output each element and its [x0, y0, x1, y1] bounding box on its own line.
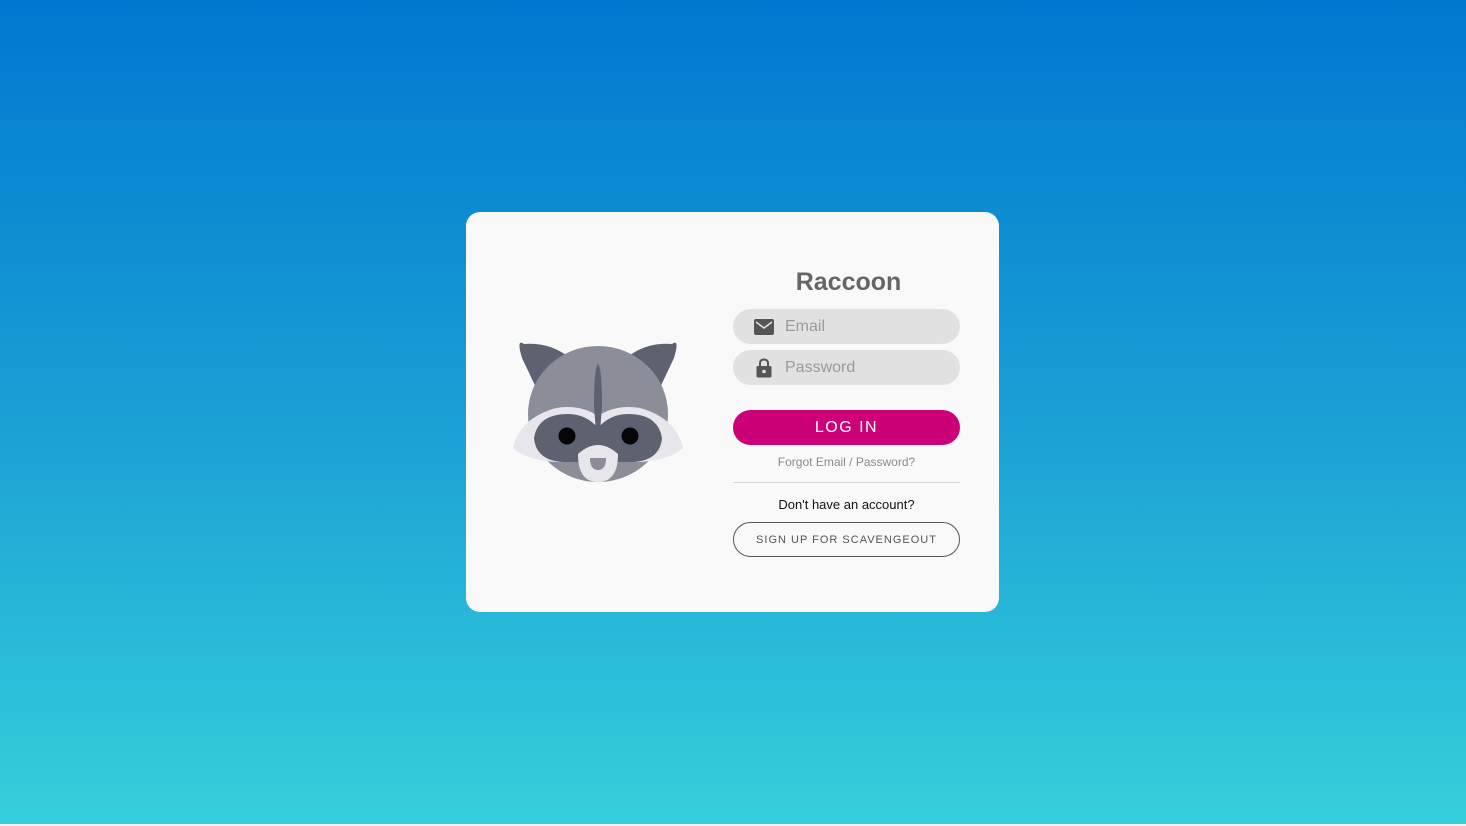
password-field[interactable]: [733, 350, 960, 385]
login-button[interactable]: LOG IN: [733, 410, 960, 445]
no-account-text: Don't have an account?: [778, 497, 915, 512]
signup-button[interactable]: SIGN UP FOR SCAVENGEOUT: [733, 522, 960, 557]
login-card: Raccoon LOG IN Forgot Email / Passw: [466, 212, 999, 612]
login-form: Raccoon LOG IN Forgot Email / Passw: [733, 264, 960, 557]
divider: [733, 482, 960, 483]
forgot-password-link[interactable]: Forgot Email / Password?: [733, 455, 960, 470]
email-field[interactable]: [733, 309, 960, 344]
lock-icon: [753, 357, 775, 379]
email-input[interactable]: [785, 317, 945, 336]
raccoon-logo: [513, 342, 683, 482]
page-title: Raccoon: [795, 268, 902, 296]
password-input[interactable]: [785, 358, 945, 377]
mail-icon: [753, 316, 775, 338]
